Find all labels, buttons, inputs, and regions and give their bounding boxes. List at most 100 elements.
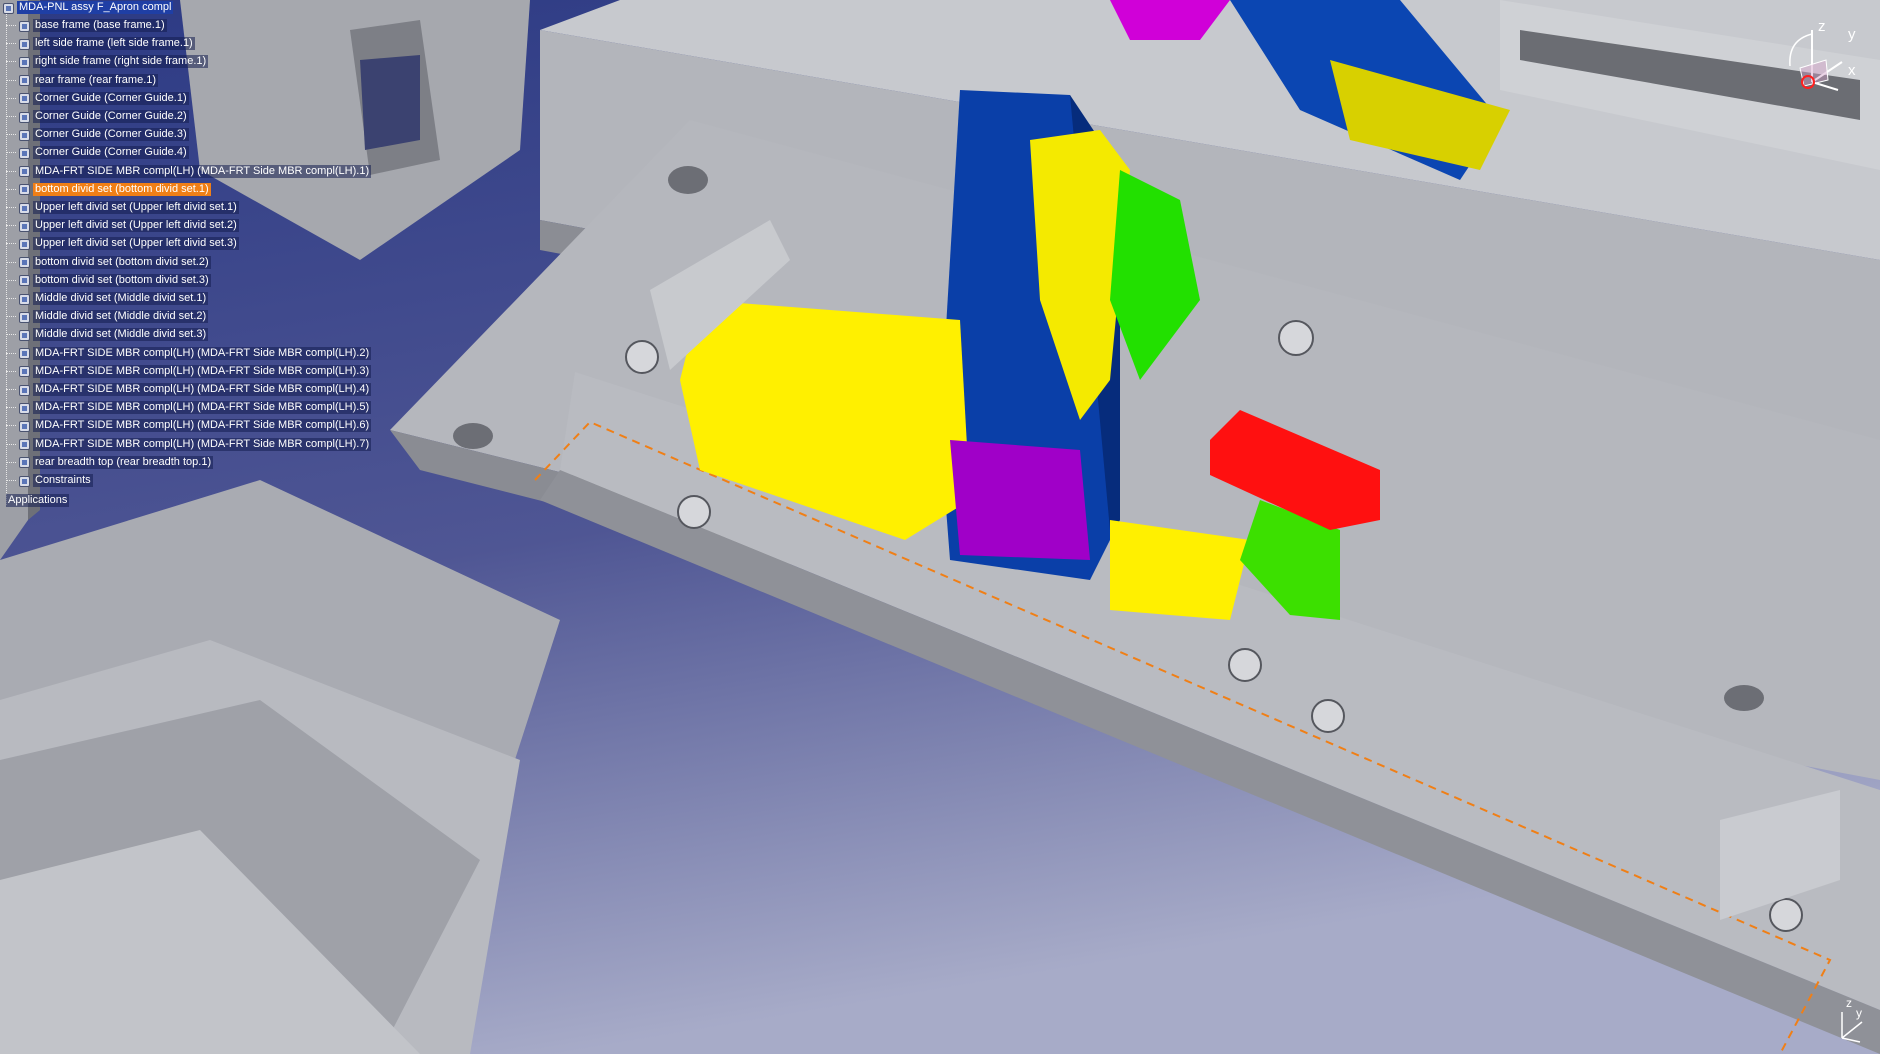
tree-applications[interactable]: Applications xyxy=(6,493,70,508)
tree-item-label: Corner Guide (Corner Guide.1) xyxy=(33,91,189,105)
part-icon xyxy=(18,92,30,105)
tree-item[interactable]: MDA-FRT SIDE MBR compl(LH) (MDA-FRT Side… xyxy=(0,346,372,361)
part-icon xyxy=(18,347,30,360)
tree-branch xyxy=(6,352,16,354)
tree-branch xyxy=(6,461,16,463)
tree-item[interactable]: Upper left divid set (Upper left divid s… xyxy=(0,200,239,215)
tree-branch xyxy=(6,480,16,481)
part-icon xyxy=(18,402,30,414)
compass-x-label: x xyxy=(1848,62,1856,79)
tree-item[interactable]: bottom divid set (bottom divid set.1) xyxy=(0,182,211,197)
tree-item[interactable]: MDA-FRT SIDE MBR compl(LH) (MDA-FRT Side… xyxy=(0,418,372,433)
part-icon xyxy=(18,329,30,341)
part-icon xyxy=(18,202,30,214)
tree-item[interactable]: Middle divid set (Middle divid set.3) xyxy=(0,327,209,342)
tree-branch xyxy=(6,61,16,63)
tree-branch xyxy=(6,134,16,136)
part-icon xyxy=(18,147,30,159)
tree-item[interactable]: Corner Guide (Corner Guide.1) xyxy=(0,91,189,106)
tree-item-label: left side frame (left side frame.1) xyxy=(33,37,195,51)
tree-root[interactable]: MDA-PNL assy F_Apron compl xyxy=(0,0,174,15)
tree-item[interactable]: right side frame (right side frame.1) xyxy=(0,54,209,69)
tree-branch xyxy=(6,25,16,26)
tree-item[interactable]: rear breadth top (rear breadth top.1) xyxy=(0,455,214,470)
compass-widget[interactable]: z y x xyxy=(1770,18,1870,100)
tree-item[interactable]: MDA-FRT SIDE MBR compl(LH) (MDA-FRT Side… xyxy=(0,400,372,415)
tree-item-label: rear breadth top (rear breadth top.1) xyxy=(33,455,214,469)
tree-branch xyxy=(6,261,16,263)
tree-item[interactable]: MDA-FRT SIDE MBR compl(LH) (MDA-FRT Side… xyxy=(0,382,372,397)
tree-item[interactable]: Upper left divid set (Upper left divid s… xyxy=(0,218,239,233)
tree-branch xyxy=(6,97,16,99)
tree-item[interactable]: Constraints xyxy=(0,473,93,488)
tree-item-label: Corner Guide (Corner Guide.3) xyxy=(33,128,189,142)
tree-branch xyxy=(6,43,16,45)
constraints-icon xyxy=(18,475,30,487)
magenta-part[interactable] xyxy=(950,440,1090,560)
tree-item[interactable]: MDA-FRT SIDE MBR compl(LH) (MDA-FRT Side… xyxy=(0,164,372,179)
axis-indicator: z y xyxy=(1830,996,1870,1045)
tree-item[interactable]: Corner Guide (Corner Guide.3) xyxy=(0,127,189,142)
tree-item[interactable]: Middle divid set (Middle divid set.1) xyxy=(0,291,209,306)
part-icon xyxy=(18,438,30,451)
tree-applications-label: Applications xyxy=(6,494,70,507)
tree-item[interactable]: base frame (base frame.1) xyxy=(0,18,167,33)
tree-item-label: MDA-FRT SIDE MBR compl(LH) (MDA-FRT Side… xyxy=(33,437,372,451)
tree-item-label: base frame (base frame.1) xyxy=(33,19,167,32)
tree-branch xyxy=(6,407,16,409)
tree-item[interactable]: MDA-FRT SIDE MBR compl(LH) (MDA-FRT Side… xyxy=(0,437,372,452)
tree-item[interactable]: Middle divid set (Middle divid set.2) xyxy=(0,309,209,324)
part-icon xyxy=(18,256,30,269)
tree-branch xyxy=(6,425,16,427)
tree-item-label: MDA-FRT SIDE MBR compl(LH) (MDA-FRT Side… xyxy=(33,364,372,378)
tree-item-label: MDA-FRT SIDE MBR compl(LH) (MDA-FRT Side… xyxy=(33,401,372,415)
specification-tree[interactable]: MDA-PNL assy F_Apron compl base frame (b… xyxy=(0,0,420,520)
tree-branch xyxy=(6,207,16,208)
tree-item-label: Middle divid set (Middle divid set.2) xyxy=(33,310,209,324)
part-icon xyxy=(18,56,30,68)
tree-item[interactable]: Upper left divid set (Upper left divid s… xyxy=(0,236,239,251)
tree-branch xyxy=(6,334,16,336)
tree-item[interactable]: Corner Guide (Corner Guide.2) xyxy=(0,109,189,124)
tree-item-label: Upper left divid set (Upper left divid s… xyxy=(33,237,239,251)
part-icon xyxy=(18,274,30,287)
tree-branch xyxy=(6,225,16,227)
compass-y-label: y xyxy=(1848,26,1856,43)
tree-item-label: Middle divid set (Middle divid set.3) xyxy=(33,328,209,342)
tree-branch xyxy=(6,116,16,117)
tree-root-label: MDA-PNL assy F_Apron compl xyxy=(17,1,174,14)
tree-item[interactable]: bottom divid set (bottom divid set.2) xyxy=(0,255,211,270)
tree-item-label: MDA-FRT SIDE MBR compl(LH) (MDA-FRT Side… xyxy=(33,346,372,360)
tree-item-label: Corner Guide (Corner Guide.4) xyxy=(33,146,189,160)
tree-branch xyxy=(6,298,16,299)
part-icon xyxy=(18,365,30,378)
tree-branch xyxy=(6,79,16,81)
plate-hole xyxy=(1724,685,1764,711)
part-icon xyxy=(18,129,30,141)
tree-branch xyxy=(6,152,16,154)
tree-item[interactable]: Corner Guide (Corner Guide.4) xyxy=(0,145,189,160)
tree-item[interactable]: left side frame (left side frame.1) xyxy=(0,36,195,51)
part-icon xyxy=(18,165,30,178)
compass-arc xyxy=(1789,33,1813,67)
tree-branch xyxy=(6,188,16,190)
part-icon xyxy=(18,111,30,123)
part-icon xyxy=(18,220,30,232)
compass-z-label: z xyxy=(1818,18,1826,35)
tree-item-label: Constraints xyxy=(33,474,93,487)
part-icon xyxy=(18,74,30,87)
tree-item-label: Middle divid set (Middle divid set.1) xyxy=(33,292,209,305)
part-icon xyxy=(18,420,30,432)
tree-item-label: rear frame (rear frame.1) xyxy=(33,73,159,87)
axis-z-label: z xyxy=(1846,996,1852,1010)
part-icon xyxy=(18,456,30,469)
tree-item[interactable]: rear frame (rear frame.1) xyxy=(0,73,159,88)
tree-item-label: right side frame (right side frame.1) xyxy=(33,55,209,69)
plate-hole xyxy=(668,166,708,194)
assembly-icon xyxy=(2,2,14,14)
tree-item-label: bottom divid set (bottom divid set.3) xyxy=(33,273,211,287)
part-icon xyxy=(18,238,30,250)
tree-item[interactable]: bottom divid set (bottom divid set.3) xyxy=(0,273,211,288)
tree-item[interactable]: MDA-FRT SIDE MBR compl(LH) (MDA-FRT Side… xyxy=(0,364,372,379)
part-icon xyxy=(18,293,30,305)
